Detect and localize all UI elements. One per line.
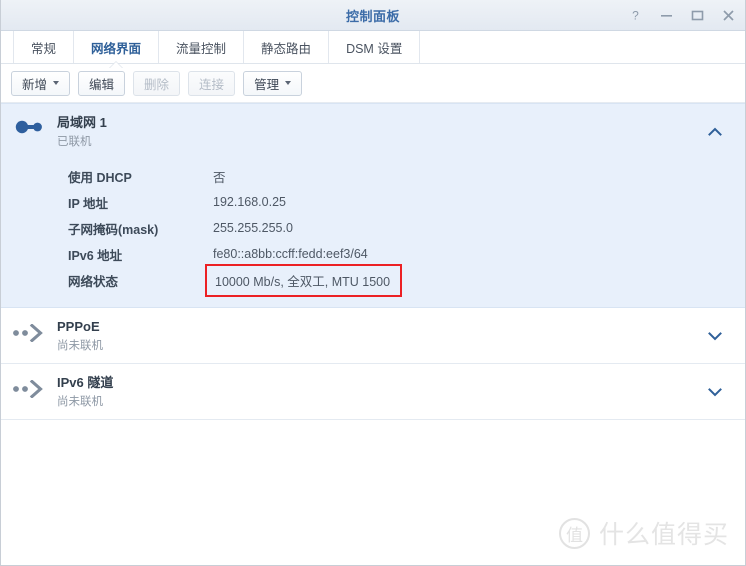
create-button[interactable]: 新增 [11, 70, 71, 96]
interface-header-pppoe[interactable]: PPPoE 尚未联机 [1, 308, 745, 363]
tab-general[interactable]: 常规 [13, 31, 75, 63]
detail-label: 子网掩码(mask) [68, 222, 159, 237]
interface-status: 已联机 [57, 136, 92, 148]
detail-value: 192.168.0.25 [213, 195, 286, 209]
connect-button-label: 连接 [199, 77, 225, 92]
edit-button[interactable]: 编辑 [78, 70, 126, 96]
interface-status: 尚未联机 [57, 396, 103, 408]
detail-row: 子网掩码(mask) 255.255.255.0 [1, 215, 745, 241]
chevron-down-icon[interactable] [707, 385, 723, 399]
watermark: 值 什么值得买 [558, 515, 729, 551]
window-title: 控制面板 [345, 8, 400, 24]
interface-panel-pppoe: PPPoE 尚未联机 [1, 308, 745, 364]
tab-label: DSM 设置 [346, 41, 403, 56]
tab-static-route[interactable]: 静态路由 [244, 31, 330, 63]
help-button[interactable]: ? [627, 7, 644, 24]
tab-label: 常规 [31, 41, 57, 56]
interface-header-ipv6-tunnel[interactable]: IPv6 隧道 尚未联机 [1, 364, 745, 419]
toolbar: 新增 编辑 删除 连接 管理 [1, 64, 745, 103]
maximize-button[interactable] [689, 7, 706, 24]
manage-button-label: 管理 [254, 77, 280, 92]
window-controls: ? [627, 0, 737, 30]
interface-header-lan1[interactable]: 局域网 1 已联机 [1, 104, 745, 159]
interface-titles: IPv6 隧道 尚未联机 [57, 375, 745, 410]
detail-row: 使用 DHCP 否 [1, 163, 745, 189]
detail-label: 网络状态 [68, 274, 119, 289]
detail-label: 使用 DHCP [68, 170, 132, 185]
detail-value: fe80::a8bb:ccff:fedd:eef3/64 [213, 247, 368, 261]
delete-button: 删除 [133, 70, 181, 96]
maximize-icon [691, 10, 704, 20]
detail-label: IP 地址 [68, 196, 109, 211]
chevron-up-icon[interactable] [707, 125, 723, 139]
watermark-text: 什么值得买 [598, 521, 729, 549]
chevron-down-icon [285, 81, 292, 85]
tab-network-interface[interactable]: 网络界面 [74, 31, 160, 63]
detail-value: 255.255.255.0 [213, 221, 293, 235]
close-icon [723, 9, 734, 21]
pppoe-arrow-icon [1, 319, 57, 342]
connect-button: 连接 [188, 70, 236, 96]
tab-dsm-settings[interactable]: DSM 设置 [329, 31, 421, 63]
network-status-highlight: 10000 Mb/s, 全双工, MTU 1500 [205, 264, 403, 297]
window-titlebar: 控制面板 ? [1, 0, 745, 31]
interface-status: 尚未联机 [57, 340, 103, 352]
interface-titles: 局域网 1 已联机 [57, 115, 745, 150]
lan-link-icon [1, 115, 57, 134]
tunnel-arrow-icon [1, 375, 57, 398]
tab-label: 流量控制 [176, 41, 227, 56]
interface-titles: PPPoE 尚未联机 [57, 319, 745, 354]
tabbar: 常规 网络界面 流量控制 静态路由 DSM 设置 [1, 31, 745, 64]
chevron-down-icon [53, 81, 60, 85]
detail-value: 否 [213, 170, 226, 185]
interface-panel-ipv6-tunnel: IPv6 隧道 尚未联机 [1, 364, 745, 420]
tab-traffic-control[interactable]: 流量控制 [159, 31, 245, 63]
interface-panel-lan1: 局域网 1 已联机 使用 DHCP 否 IP 地址 192.168.0.25 子… [1, 103, 745, 308]
watermark-logo-icon: 值 [558, 517, 590, 549]
minimize-button[interactable] [658, 7, 675, 24]
help-icon: ? [632, 9, 639, 22]
create-button-label: 新增 [22, 77, 48, 92]
tab-label: 静态路由 [261, 41, 312, 56]
control-panel-window: 控制面板 ? 常规 网络界面 流量控制 静态路由 DSM 设置 新增 编辑 删除… [0, 0, 746, 566]
detail-row-network-status: 网络状态 10000 Mb/s, 全双工, MTU 1500 [1, 264, 745, 297]
minimize-icon [661, 14, 672, 17]
interface-name: PPPoE [57, 319, 100, 334]
detail-label: IPv6 地址 [68, 248, 123, 263]
manage-button[interactable]: 管理 [243, 70, 303, 96]
interface-name: 局域网 1 [57, 115, 107, 130]
svg-text:?: ? [632, 9, 639, 22]
close-button[interactable] [720, 7, 737, 24]
tab-label: 网络界面 [91, 41, 142, 56]
chevron-down-icon[interactable] [707, 329, 723, 343]
network-interface-list: 局域网 1 已联机 使用 DHCP 否 IP 地址 192.168.0.25 子… [1, 103, 745, 420]
interface-name: IPv6 隧道 [57, 375, 114, 390]
interface-details-lan1: 使用 DHCP 否 IP 地址 192.168.0.25 子网掩码(mask) … [1, 159, 745, 307]
edit-button-label: 编辑 [89, 77, 115, 92]
delete-button-label: 删除 [144, 77, 170, 92]
detail-row: IP 地址 192.168.0.25 [1, 189, 745, 215]
